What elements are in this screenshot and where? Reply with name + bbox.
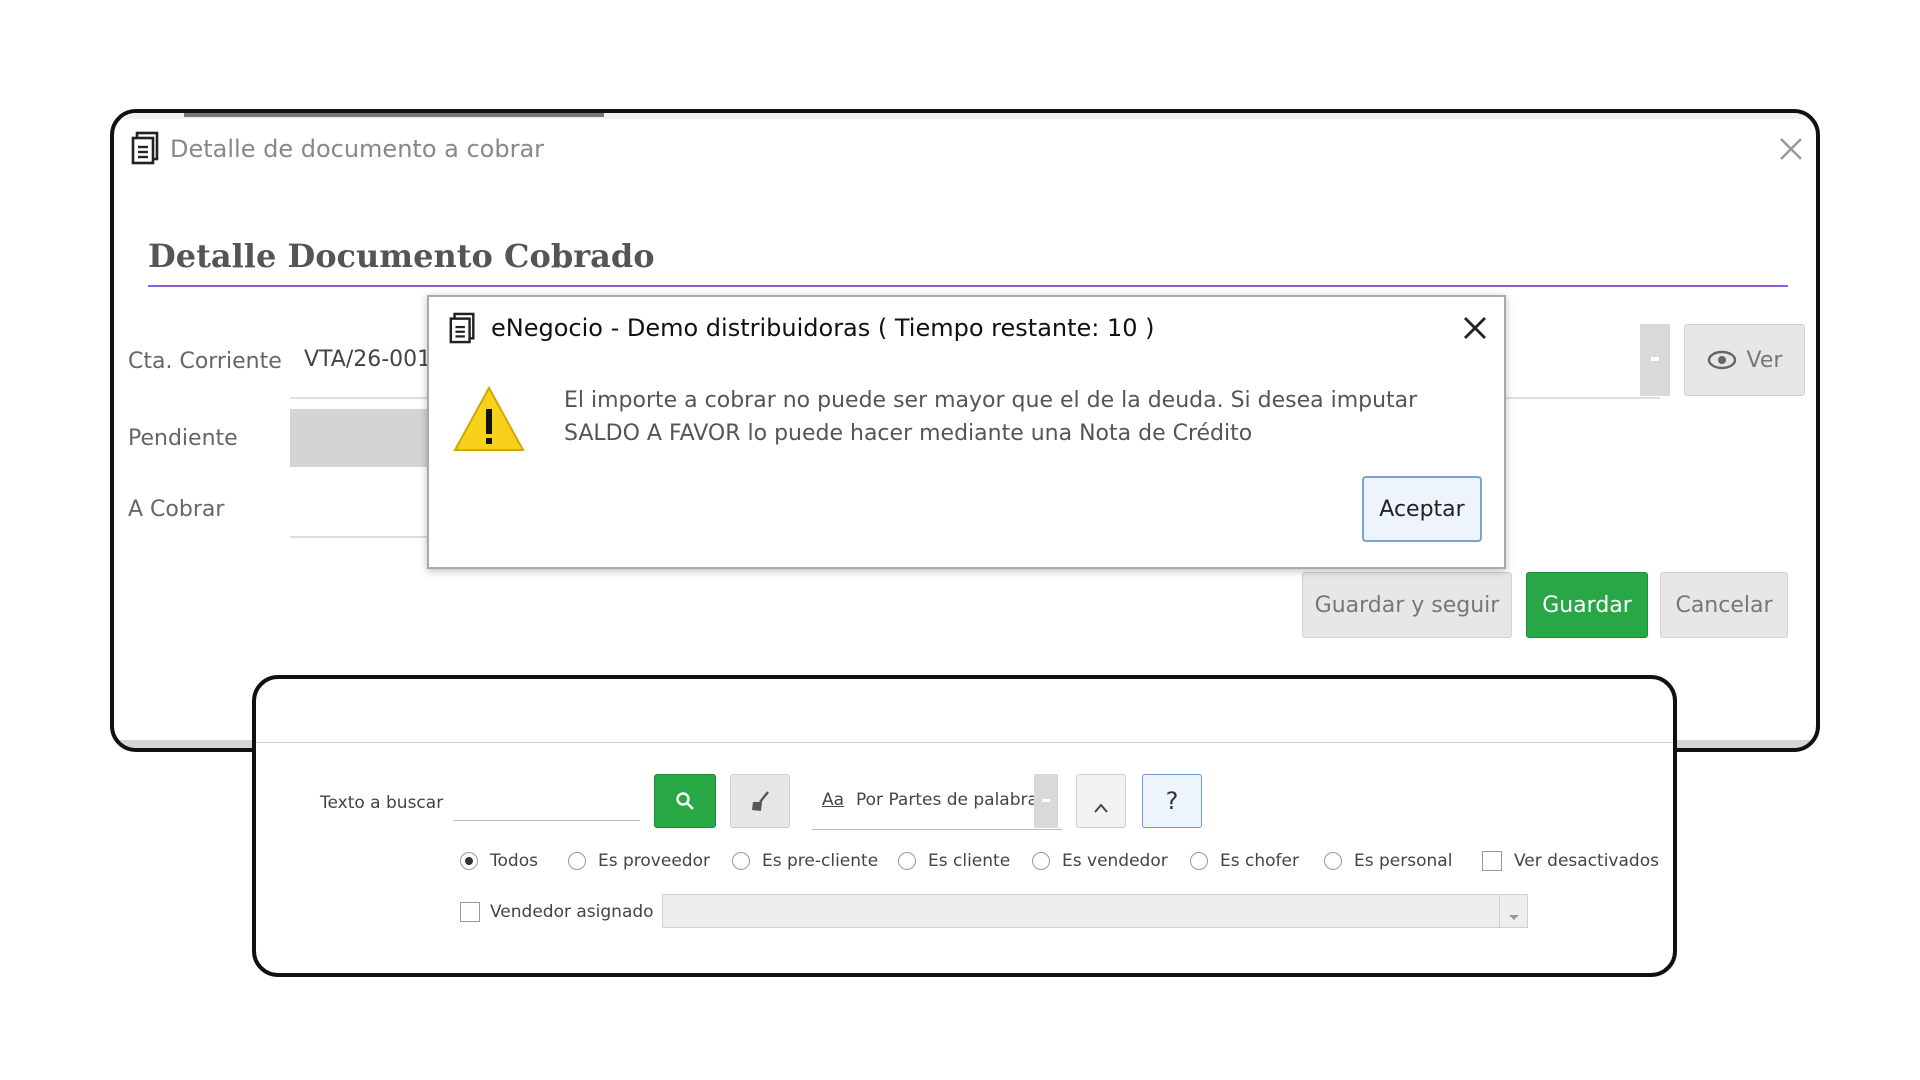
filter-todos-radio[interactable] bbox=[460, 852, 478, 870]
chevron-down-icon[interactable] bbox=[1507, 907, 1521, 920]
filter-es-proveedor-radio[interactable] bbox=[568, 852, 586, 870]
cta-corriente-label: Cta. Corriente bbox=[128, 349, 282, 374]
search-icon bbox=[675, 791, 695, 811]
pendiente-field bbox=[290, 409, 440, 467]
page-title: Detalle Documento Cobrado bbox=[148, 237, 655, 275]
filter-label: Es cliente bbox=[928, 851, 1011, 871]
a-cobrar-field[interactable] bbox=[290, 536, 440, 538]
search-mode-select[interactable]: Aa Por Partes de palabras bbox=[812, 774, 1062, 830]
search-input[interactable] bbox=[454, 783, 640, 821]
search-mode-label: Por Partes de palabras bbox=[856, 790, 1047, 810]
a-cobrar-label: A Cobrar bbox=[128, 497, 225, 522]
search-panel: Texto a buscar Aa Por Partes de palabras bbox=[252, 675, 1677, 977]
ver-desactivados-checkbox[interactable] bbox=[1482, 851, 1502, 871]
filter-label: Todos bbox=[490, 851, 538, 871]
minus-icon bbox=[1042, 799, 1050, 802]
broom-icon bbox=[748, 789, 772, 813]
cancelar-button[interactable]: Cancelar bbox=[1660, 572, 1788, 638]
guardar-button[interactable]: Guardar bbox=[1526, 572, 1648, 638]
search-label: Texto a buscar bbox=[320, 793, 444, 813]
ver-label: Ver bbox=[1746, 347, 1783, 373]
filter-es-chofer-radio[interactable] bbox=[1190, 852, 1208, 870]
dialog-close-icon[interactable] bbox=[1460, 313, 1490, 343]
filter-label: Es vendedor bbox=[1062, 851, 1168, 871]
help-button[interactable]: ? bbox=[1142, 774, 1202, 828]
guardar-y-seguir-button[interactable]: Guardar y seguir bbox=[1302, 572, 1512, 638]
filter-es-pre-cliente-radio[interactable] bbox=[732, 852, 750, 870]
warning-icon bbox=[453, 385, 525, 453]
eye-icon bbox=[1707, 350, 1737, 370]
filter-es-personal-radio[interactable] bbox=[1324, 852, 1342, 870]
vendedor-asignado-label: Vendedor asignado bbox=[490, 902, 654, 922]
warning-dialog: eNegocio - Demo distribuidoras ( Tiempo … bbox=[427, 295, 1506, 569]
minus-icon bbox=[1651, 357, 1659, 361]
filter-es-cliente-radio[interactable] bbox=[898, 852, 916, 870]
dialog-message-line-1: El importe a cobrar no puede ser mayor q… bbox=[564, 388, 1418, 413]
cta-dropdown-handle[interactable] bbox=[1640, 324, 1670, 396]
cta-corriente-value: VTA/26-001£ bbox=[304, 347, 446, 372]
filter-label: Es chofer bbox=[1220, 851, 1299, 871]
vendedor-asignado-checkbox[interactable] bbox=[460, 902, 480, 922]
window-tab-strip bbox=[184, 113, 604, 117]
title-divider bbox=[148, 285, 1788, 287]
window-title: Detalle de documento a cobrar bbox=[170, 135, 545, 163]
clear-button[interactable] bbox=[730, 774, 790, 828]
document-icon bbox=[130, 131, 162, 165]
dialog-title: eNegocio - Demo distribuidoras ( Tiempo … bbox=[491, 314, 1155, 342]
panel-divider bbox=[256, 742, 1673, 743]
filter-label: Es pre-cliente bbox=[762, 851, 879, 871]
search-mode-dropdown-handle[interactable] bbox=[1034, 774, 1058, 828]
filter-label: Es personal bbox=[1354, 851, 1453, 871]
dialog-message-line-2: SALDO A FAVOR lo puede hacer mediante un… bbox=[564, 421, 1253, 446]
ver-button[interactable]: Ver bbox=[1684, 324, 1805, 396]
ver-desactivados-label: Ver desactivados bbox=[1514, 851, 1659, 871]
pendiente-label: Pendiente bbox=[128, 426, 238, 451]
filter-label: Es proveedor bbox=[598, 851, 710, 871]
filter-es-vendedor-radio[interactable] bbox=[1032, 852, 1050, 870]
vendedor-select[interactable] bbox=[662, 894, 1528, 928]
chevron-up-icon bbox=[1093, 795, 1109, 813]
search-button[interactable] bbox=[654, 774, 716, 828]
collapse-button[interactable] bbox=[1076, 774, 1126, 828]
app-document-icon bbox=[448, 311, 478, 345]
close-icon[interactable] bbox=[1777, 135, 1805, 163]
select-divider bbox=[1499, 895, 1500, 927]
aceptar-button[interactable]: Aceptar bbox=[1362, 476, 1482, 542]
text-case-icon: Aa bbox=[822, 790, 845, 810]
